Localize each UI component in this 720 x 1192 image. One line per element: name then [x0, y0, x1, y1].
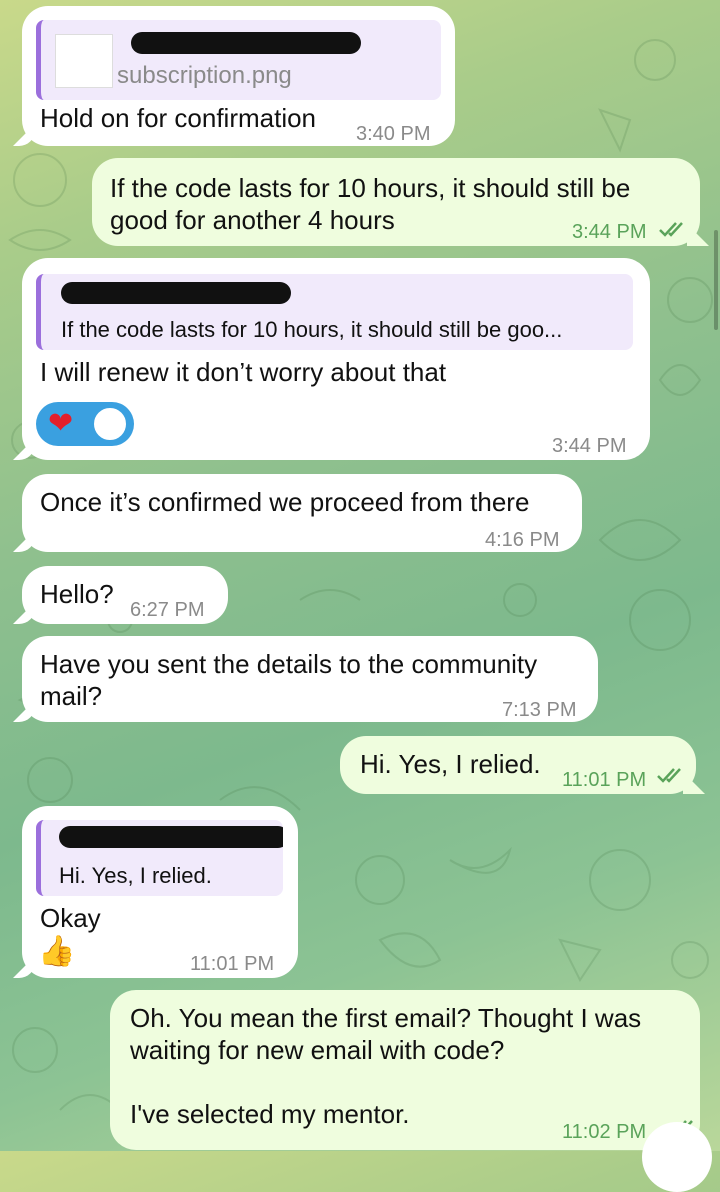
redacted-sender-name	[59, 826, 283, 848]
message-bubble-incoming[interactable]: If the code lasts for 10 hours, it shoul…	[22, 258, 650, 460]
message-bubble-outgoing[interactable]: Hi. Yes, I relied. 11:01 PM	[340, 736, 696, 794]
message-time: 3:44 PM	[552, 435, 627, 457]
message-text: Have you sent the details to the communi…	[40, 649, 538, 711]
reaction-pill[interactable]: ❤	[36, 402, 134, 446]
message-time: 11:01 PM	[562, 769, 647, 791]
message-text: Oh. You mean the first email? Thought I …	[130, 1003, 642, 1129]
message-text: Hello?	[40, 579, 114, 609]
message-bubble-outgoing[interactable]: If the code lasts for 10 hours, it shoul…	[92, 158, 700, 246]
message-time: 3:40 PM	[356, 123, 431, 145]
red-heart-icon: ❤	[48, 407, 74, 440]
reply-quote[interactable]: Hi. Yes, I relied.	[36, 820, 283, 896]
message-text: Hold on for confirmation	[40, 103, 317, 133]
message-text: If the code lasts for 10 hours, it shoul…	[110, 173, 631, 235]
message-time: 6:27 PM	[130, 599, 205, 621]
scroll-down-button[interactable]	[642, 1122, 712, 1192]
quoted-message-text: Hi. Yes, I relied.	[59, 863, 212, 888]
message-bubble-incoming[interactable]: Have you sent the details to the communi…	[22, 636, 598, 722]
double-check-icon	[657, 768, 681, 783]
reply-quote[interactable]: If the code lasts for 10 hours, it shoul…	[36, 274, 633, 350]
message-bubble-incoming[interactable]: Hi. Yes, I relied. Okay 👍 11:01 PM	[22, 806, 298, 978]
message-time: 3:44 PM	[572, 221, 647, 243]
reply-attachment-preview[interactable]: subscription.png	[36, 20, 441, 100]
redacted-sender-name	[131, 32, 361, 54]
message-bubble-incoming[interactable]: Hello? 6:27 PM	[22, 566, 228, 624]
quoted-message-text: If the code lasts for 10 hours, it shoul…	[61, 317, 563, 342]
image-thumbnail[interactable]	[55, 34, 113, 88]
message-bubble-outgoing[interactable]: Oh. You mean the first email? Thought I …	[110, 990, 700, 1150]
message-bubble-incoming[interactable]: Once it’s confirmed we proceed from ther…	[22, 474, 582, 552]
message-time: 7:13 PM	[502, 699, 577, 721]
message-text: Hi. Yes, I relied.	[360, 749, 541, 779]
message-time: 11:02 PM	[562, 1121, 647, 1143]
message-text: Okay	[40, 903, 101, 933]
thumbs-up-emoji: 👍	[38, 935, 76, 968]
message-time: 11:01 PM	[190, 953, 275, 975]
reactor-avatar[interactable]	[92, 406, 128, 442]
scrollbar[interactable]	[714, 230, 718, 330]
message-time: 4:16 PM	[485, 529, 560, 551]
attachment-file-name: subscription.png	[117, 62, 292, 89]
message-bubble-incoming[interactable]: subscription.png Hold on for confirmatio…	[22, 6, 455, 146]
redacted-sender-name	[61, 282, 291, 304]
message-text: Once it’s confirmed we proceed from ther…	[40, 487, 530, 517]
message-text: I will renew it don’t worry about that	[40, 357, 447, 387]
double-check-icon	[659, 222, 683, 237]
